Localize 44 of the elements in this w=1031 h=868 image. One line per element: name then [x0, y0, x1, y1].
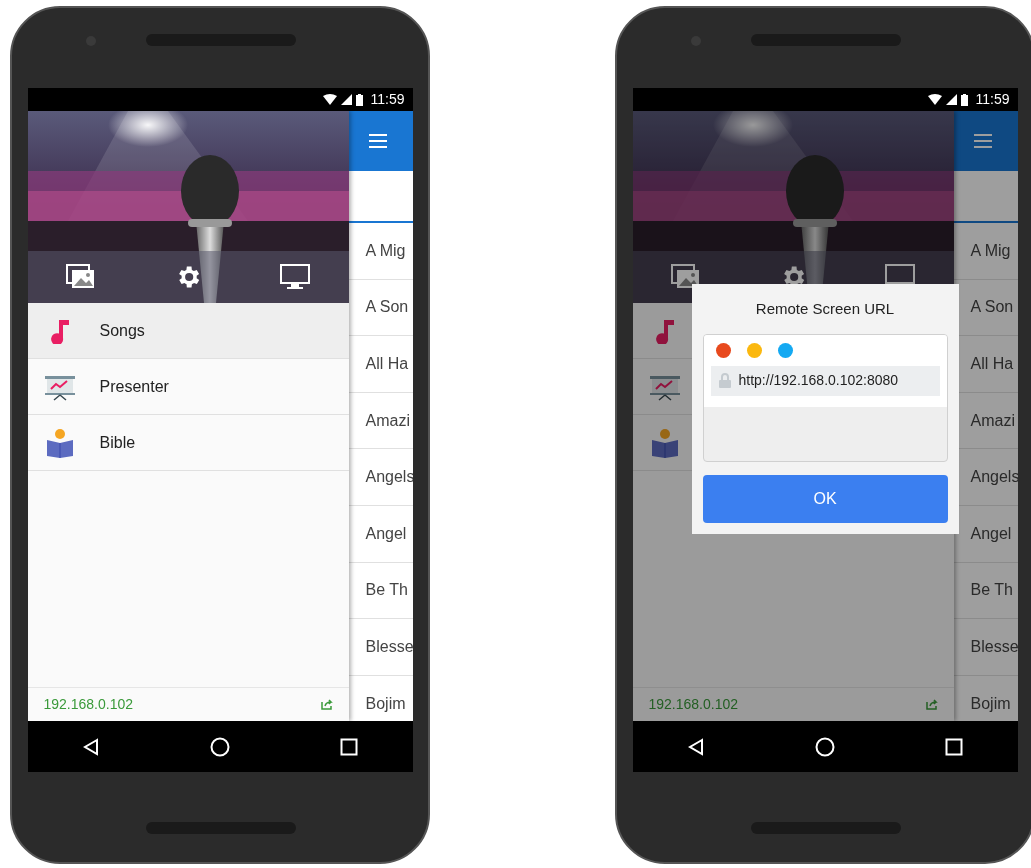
home-icon[interactable] — [815, 736, 835, 757]
song-item[interactable]: Be Th — [953, 562, 1018, 620]
song-item[interactable]: Amazi — [348, 392, 413, 450]
song-item[interactable]: A Mig — [348, 223, 413, 280]
recents-icon[interactable] — [944, 737, 963, 756]
reading-person-icon — [44, 427, 75, 458]
images-icon[interactable] — [66, 264, 97, 290]
ok-button[interactable]: OK — [702, 474, 948, 523]
ip-address: 192.168.0.102 — [43, 695, 134, 714]
song-item[interactable]: Angel — [348, 505, 413, 563]
monitor-icon[interactable] — [279, 264, 310, 290]
share-icon[interactable] — [925, 699, 938, 710]
battery-icon — [960, 93, 968, 106]
ip-address: 192.168.0.102 — [648, 695, 739, 714]
drawer-item[interactable]: Bible — [27, 415, 349, 471]
back-icon[interactable] — [82, 737, 101, 756]
battery-icon — [355, 93, 363, 106]
drawer-item[interactable]: Presenter — [27, 359, 349, 415]
share-icon[interactable] — [320, 699, 333, 710]
menu-icon[interactable] — [973, 134, 992, 148]
song-item[interactable]: Blesse — [348, 619, 413, 676]
recents-icon[interactable] — [339, 737, 358, 756]
dialog-title: Remote Screen URL — [755, 299, 895, 319]
song-item[interactable]: Be Th — [348, 562, 413, 620]
images-icon[interactable] — [671, 264, 702, 290]
signal-icon — [945, 94, 957, 105]
back-icon[interactable] — [687, 737, 706, 756]
menu-icon[interactable] — [368, 134, 387, 148]
music-note-icon — [48, 317, 71, 344]
wifi-icon — [927, 94, 942, 105]
reading-person-icon — [649, 427, 680, 458]
song-item[interactable]: A Mig — [953, 223, 1018, 280]
wifi-icon — [322, 94, 337, 105]
lock-icon — [718, 373, 731, 388]
url-text: http://192.168.0.102:8080 — [738, 371, 899, 390]
song-item[interactable]: Blesse — [953, 619, 1018, 676]
signal-icon — [340, 94, 352, 105]
home-icon[interactable] — [210, 736, 230, 757]
music-note-icon — [653, 317, 676, 344]
status-time: 11:59 — [975, 90, 1010, 109]
song-item[interactable]: A Son — [348, 279, 413, 337]
status-time: 11:59 — [370, 90, 405, 109]
song-item[interactable]: All Ha — [348, 336, 413, 393]
drawer-item[interactable]: Songs — [27, 303, 349, 359]
